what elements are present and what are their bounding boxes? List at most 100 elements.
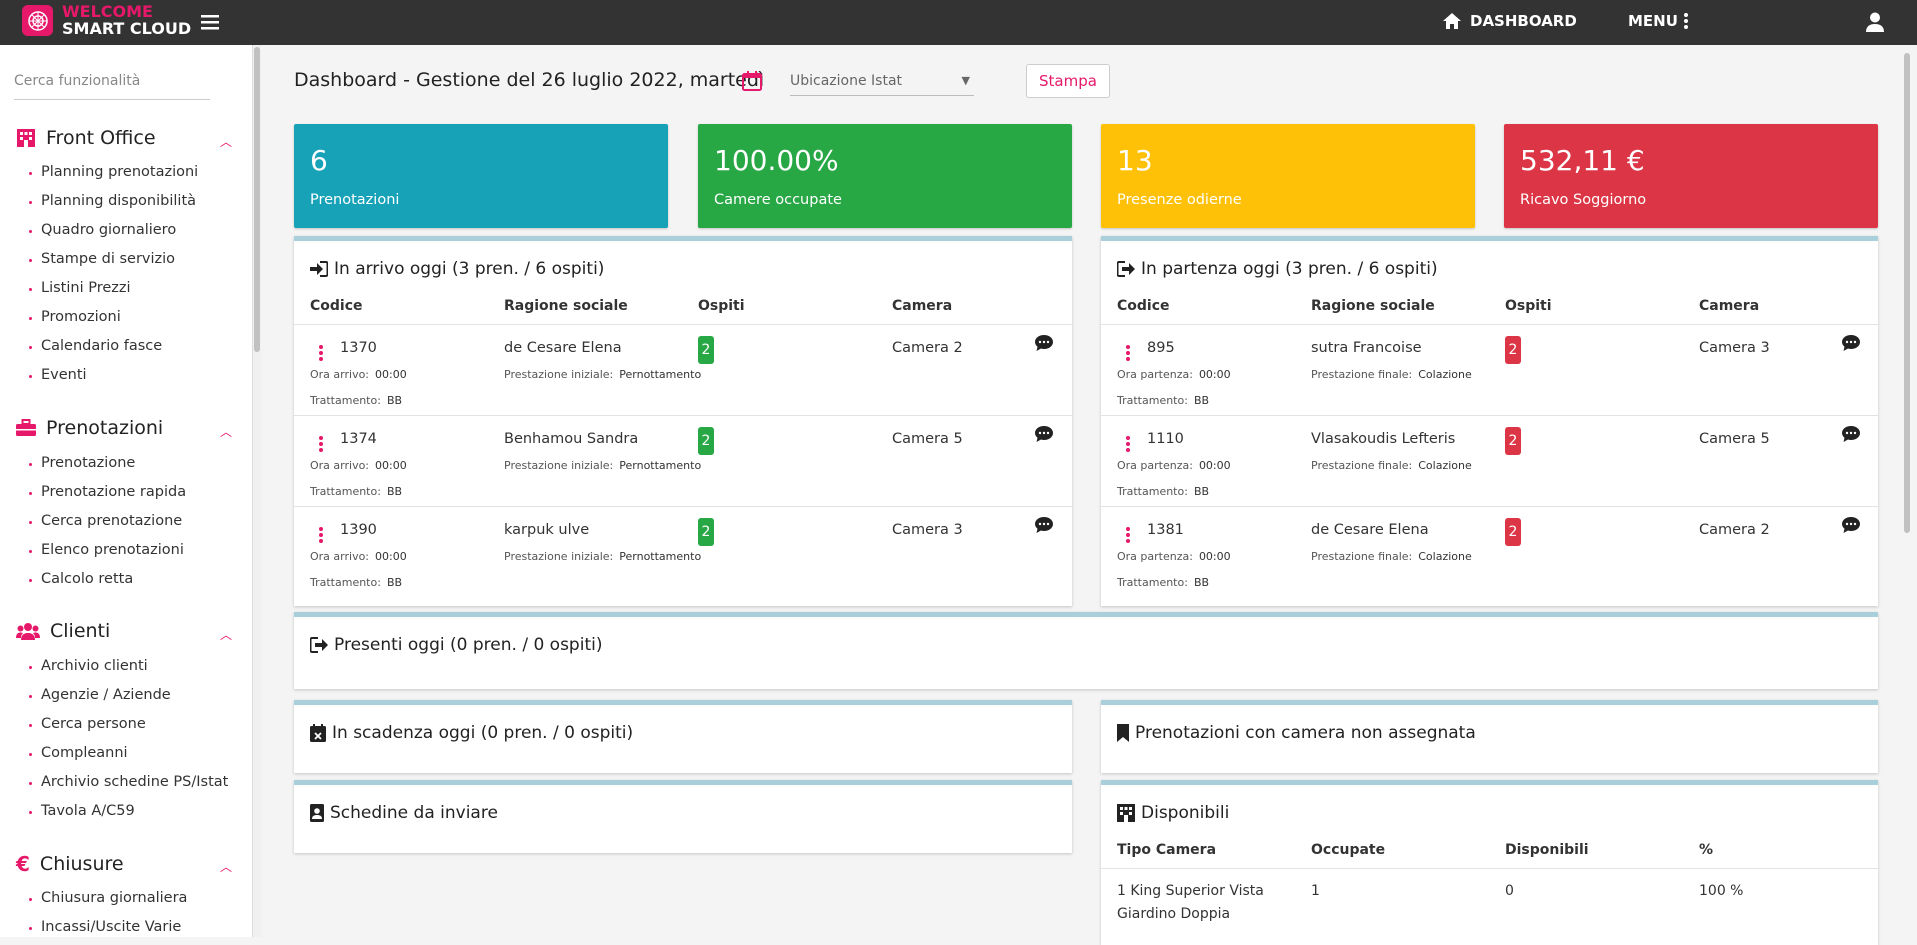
sidebar-item-agenzie-aziende[interactable]: Agenzie / Aziende xyxy=(29,687,171,703)
sidebar-item-promozioni[interactable]: Promozioni xyxy=(29,309,121,325)
sidebar-section-front-office[interactable]: Front Office ︿ xyxy=(16,127,232,149)
sidebar-item-cerca-prenotazione[interactable]: Cerca prenotazione xyxy=(28,513,182,529)
stat-camere-occupate[interactable]: 100.00% Camere occupate xyxy=(698,124,1072,228)
sidebar-section-prenotazioni[interactable]: Prenotazioni ︿ xyxy=(16,417,232,439)
brand-logo-icon[interactable] xyxy=(22,5,53,36)
row-actions-icon[interactable] xyxy=(1126,345,1130,363)
comment-icon[interactable] xyxy=(1035,426,1053,446)
sidebar-item-planning-prenotazioni[interactable]: Planning prenotazioni xyxy=(28,164,198,180)
sidebar-item-quadro-giornaliero[interactable]: Quadro giornaliero xyxy=(28,222,176,238)
booking-code[interactable]: 1370 xyxy=(340,340,377,356)
row-actions-icon[interactable] xyxy=(319,527,323,545)
row-actions-icon[interactable] xyxy=(319,436,323,454)
nav-dashboard-link[interactable]: DASHBOARD xyxy=(1442,12,1577,30)
guest-name[interactable]: Benhamou Sandra xyxy=(504,431,638,447)
chevron-up-icon[interactable]: ︿ xyxy=(220,133,232,150)
sidebar-item-chiusura-giornaliera[interactable]: Chiusura giornaliera xyxy=(28,890,187,906)
guest-name[interactable]: karpuk ulve xyxy=(504,522,589,538)
col-header-percent: % xyxy=(1699,842,1714,858)
chevron-up-icon[interactable]: ︿ xyxy=(220,626,232,643)
guests-badge: 2 xyxy=(698,518,714,546)
sidebar-item-eventi[interactable]: Eventi xyxy=(29,367,87,383)
room-type: 1 King Superior Vista Giardino Doppia xyxy=(1117,883,1264,922)
sidebar-item-stampe-di-servizio[interactable]: Stampe di servizio xyxy=(28,251,175,267)
brand-name[interactable]: WELCOME SMART CLOUD xyxy=(62,3,191,37)
sidebar-item-planning-disponibilita[interactable]: Planning disponibilità xyxy=(28,193,196,209)
treatment: Trattamento: BB xyxy=(310,576,403,589)
section-title-prenotazioni: Prenotazioni xyxy=(46,417,164,439)
sidebar-item-listini-prezzi[interactable]: Listini Prezzi xyxy=(29,280,131,296)
arrivals-title: In arrivo oggi (3 pren. / 6 ospiti) xyxy=(310,259,604,279)
sidebar-item-archivio-clienti[interactable]: Archivio clienti xyxy=(29,658,148,674)
briefcase-icon xyxy=(16,419,36,436)
stat-value: 13 xyxy=(1117,144,1153,177)
nav-menu-button[interactable]: MENU xyxy=(1628,12,1688,30)
comment-icon[interactable] xyxy=(1842,426,1860,446)
room-name: Camera 3 xyxy=(1699,340,1770,356)
guest-name[interactable]: Vlasakoudis Lefteris xyxy=(1311,431,1455,447)
sidebar-item-calcolo-retta[interactable]: Calcolo retta xyxy=(28,571,133,587)
guest-name[interactable]: de Cesare Elena xyxy=(504,340,622,356)
page-title: Dashboard - Gestione del 26 luglio 2022,… xyxy=(294,69,765,91)
col-header-tipo-camera: Tipo Camera xyxy=(1117,842,1217,858)
sidebar-scrollbar-thumb[interactable] xyxy=(254,47,260,352)
sidebar-item-elenco-prenotazioni[interactable]: Elenco prenotazioni xyxy=(29,542,184,558)
available-count: 0 xyxy=(1505,883,1514,899)
col-header-codice: Codice xyxy=(1117,298,1170,314)
stat-prenotazioni[interactable]: 6 Prenotazioni xyxy=(294,124,668,228)
comment-icon[interactable] xyxy=(1842,517,1860,537)
arrival-time: Ora arrivo: 00:00 xyxy=(310,550,407,563)
comment-icon[interactable] xyxy=(1035,335,1053,355)
sidebar-item-tavola-ac59[interactable]: Tavola A/C59 xyxy=(29,803,135,819)
row-actions-icon[interactable] xyxy=(1126,527,1130,545)
col-header-camera: Camera xyxy=(892,298,953,314)
guests-badge: 2 xyxy=(1505,336,1521,364)
row-actions-icon[interactable] xyxy=(1126,436,1130,454)
ubicazione-istat-select[interactable]: Ubicazione Istat ▼ xyxy=(790,67,974,96)
occupancy-percent: 100 % xyxy=(1699,883,1744,899)
main-scrollbar[interactable] xyxy=(1896,45,1917,937)
booking-code[interactable]: 1110 xyxy=(1147,431,1184,447)
id-badge-icon xyxy=(310,804,324,822)
stat-label: Camere occupate xyxy=(714,192,842,208)
sidebar-search-input[interactable]: Cerca funzionalità xyxy=(14,73,210,100)
sidebar-item-compleanni[interactable]: Compleanni xyxy=(29,745,128,761)
stat-label: Ricavo Soggiorno xyxy=(1520,192,1647,208)
sidebar-item-cerca-persone[interactable]: Cerca persone xyxy=(29,716,146,732)
main-content: Dashboard - Gestione del 26 luglio 2022,… xyxy=(262,45,1896,945)
calendar-icon[interactable] xyxy=(742,71,762,95)
nav-menu-label: MENU xyxy=(1628,12,1678,30)
guest-name[interactable]: sutra Francoise xyxy=(1311,340,1422,356)
arrival-time: Ora arrivo: 00:00 xyxy=(310,368,407,381)
guest-name[interactable]: de Cesare Elena xyxy=(1311,522,1429,538)
booking-code[interactable]: 1374 xyxy=(340,431,377,447)
col-header-ragione-sociale: Ragione sociale xyxy=(1311,298,1435,314)
main-scrollbar-thumb[interactable] xyxy=(1904,53,1910,533)
booking-code[interactable]: 1381 xyxy=(1147,522,1184,538)
user-icon[interactable] xyxy=(1866,12,1884,36)
booking-code[interactable]: 895 xyxy=(1147,340,1175,356)
departures-title-text: In partenza oggi (3 pren. / 6 ospiti) xyxy=(1141,259,1438,279)
chevron-up-icon[interactable]: ︿ xyxy=(220,423,232,440)
row-divider xyxy=(294,324,1072,325)
sign-out-icon xyxy=(1117,261,1135,277)
sidebar-section-chiusure[interactable]: € Chiusure ︿ xyxy=(16,852,232,876)
sidebar-item-archivio-schedine[interactable]: Archivio schedine PS/Istat xyxy=(28,774,228,790)
booking-code[interactable]: 1390 xyxy=(340,522,377,538)
sidebar-item-prenotazione-rapida[interactable]: Prenotazione rapida xyxy=(28,484,186,500)
guests-badge: 2 xyxy=(1505,427,1521,455)
comment-icon[interactable] xyxy=(1842,335,1860,355)
sidebar-scrollbar[interactable] xyxy=(253,45,261,937)
chevron-up-icon[interactable]: ︿ xyxy=(220,858,232,875)
stat-ricavo-soggiorno[interactable]: 532,11 € Ricavo Soggiorno xyxy=(1504,124,1878,228)
stat-presenze-odierne[interactable]: 13 Presenze odierne xyxy=(1101,124,1475,228)
sidebar-item-incassi-uscite[interactable]: Incassi/Uscite Varie xyxy=(28,919,181,935)
hamburger-menu-icon[interactable] xyxy=(201,14,219,34)
sidebar-section-clienti[interactable]: Clienti ︿ xyxy=(16,620,232,642)
sidebar-item-prenotazione[interactable]: Prenotazione xyxy=(28,455,135,471)
row-actions-icon[interactable] xyxy=(319,345,323,363)
building-icon xyxy=(1117,804,1135,822)
comment-icon[interactable] xyxy=(1035,517,1053,537)
print-button[interactable]: Stampa xyxy=(1026,64,1110,98)
sidebar-item-calendario-fasce[interactable]: Calendario fasce xyxy=(28,338,162,354)
